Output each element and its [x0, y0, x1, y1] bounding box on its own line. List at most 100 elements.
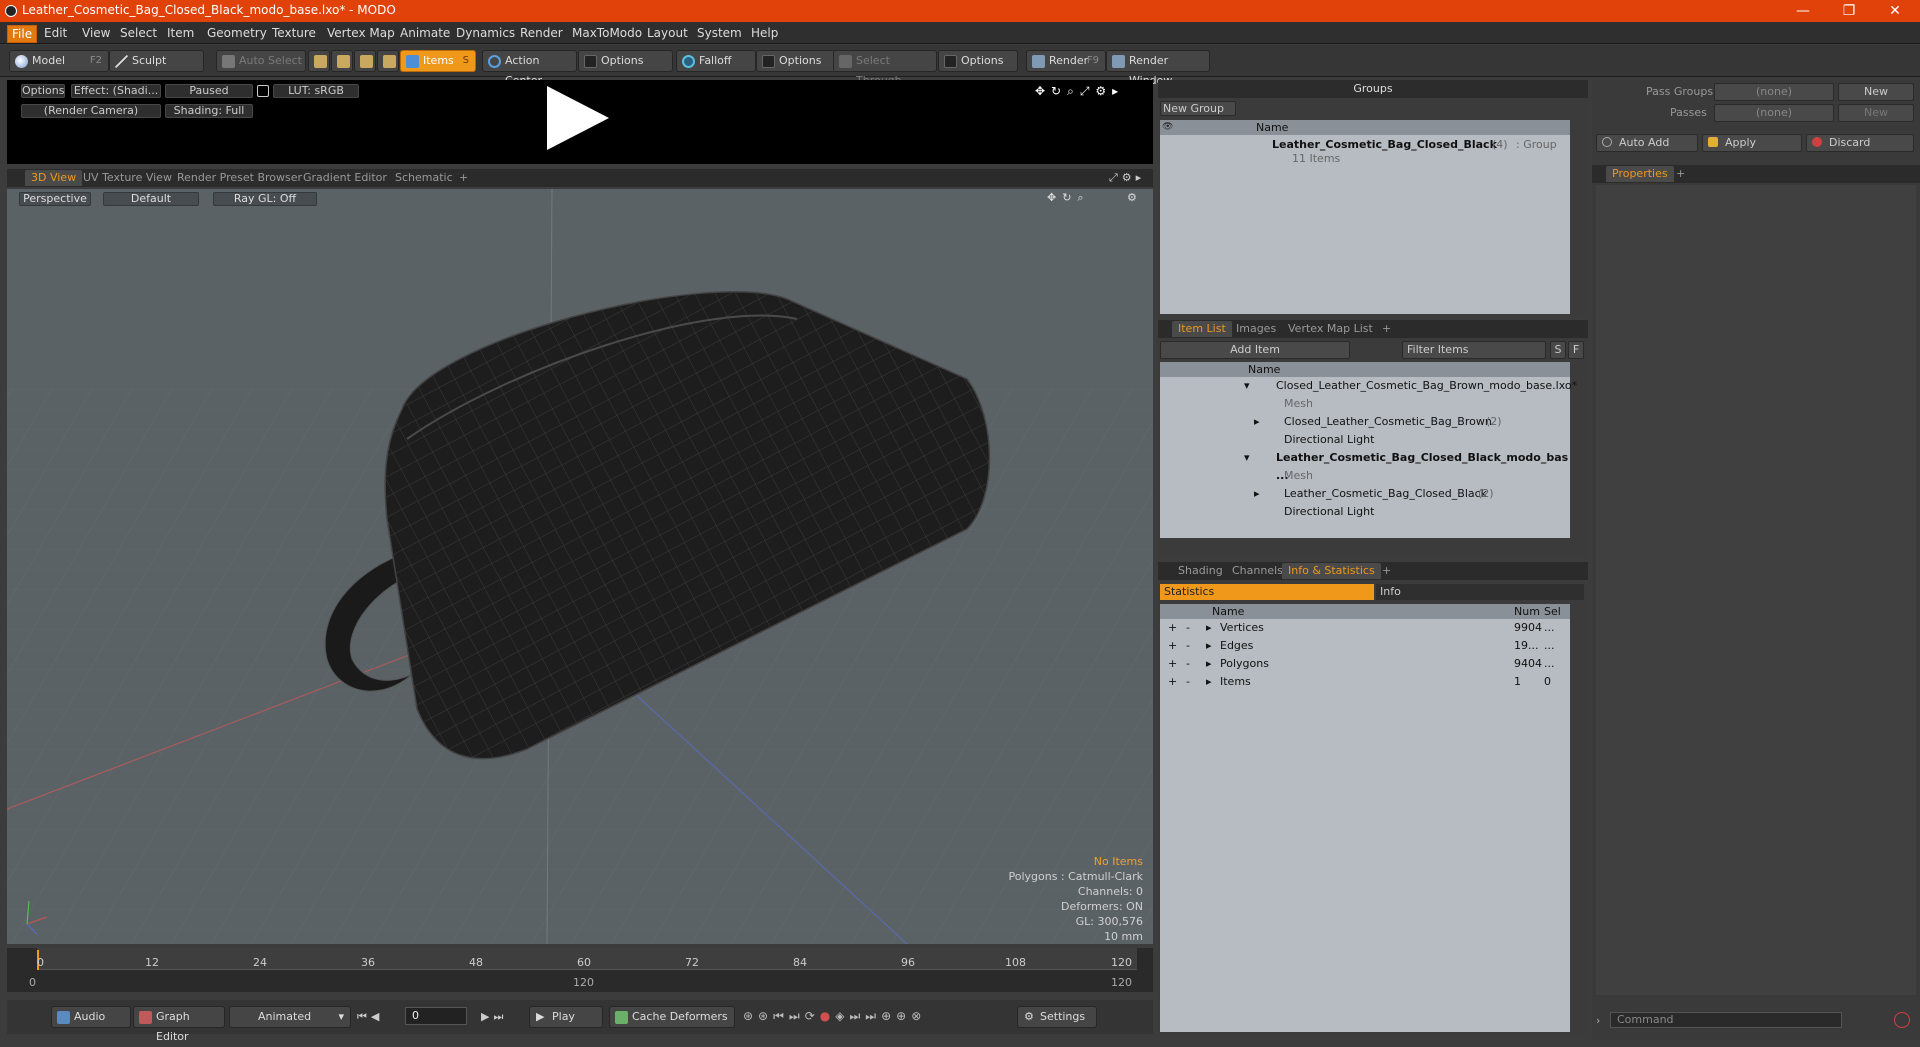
item-row-scene[interactable]: ▾ Leather_Cosmetic_Bag_Closed_Black_modo_…	[1160, 449, 1570, 482]
auto-select-button[interactable]: Auto Select	[216, 50, 306, 72]
remove-icon[interactable]: -	[1186, 619, 1190, 637]
passes-dropdown[interactable]: (none)	[1714, 104, 1834, 122]
sculpt-mode-button[interactable]: Sculpt	[109, 50, 204, 72]
shading-dropdown[interactable]: Shading: Full	[165, 104, 253, 118]
filter-f-button[interactable]: F	[1568, 341, 1584, 359]
settings-button[interactable]: ⚙ Settings	[1017, 1006, 1097, 1028]
add-tab-button[interactable]: +	[1376, 321, 1397, 337]
tab-info-statistics[interactable]: Info & Statistics	[1282, 563, 1381, 579]
timeline[interactable]: 0 12 24 36 48 60 72 84 96 108 120 0 120 …	[7, 948, 1153, 992]
remove-icon[interactable]: -	[1186, 655, 1190, 673]
select-through-button[interactable]: Select Through	[833, 50, 937, 87]
tab-uv-texture-view[interactable]: UV Texture View	[77, 170, 178, 186]
play-button[interactable]: ▶ Play	[529, 1006, 603, 1028]
tab-images[interactable]: Images	[1230, 321, 1282, 337]
viewport-settings-icon[interactable]: ⚙	[1127, 191, 1137, 204]
render-button[interactable]: Render F9	[1026, 50, 1106, 72]
filter-items-input[interactable]: Filter Items	[1402, 341, 1546, 359]
range-start[interactable]: 0	[29, 976, 36, 989]
key-tool-icons[interactable]: ⊛⊛⏮⏭⟳●◈⏭⏭⊕⊕⊗	[743, 1009, 926, 1024]
cache-deformers-button[interactable]: Cache Deformers	[609, 1006, 735, 1028]
select-through-options-button[interactable]: Options	[938, 50, 1018, 72]
tab-schematic[interactable]: Schematic	[389, 170, 459, 186]
menu-layout[interactable]: Layout	[643, 25, 692, 41]
render-window-button[interactable]: Render Window	[1106, 50, 1210, 87]
action-center-button[interactable]: Action Center	[482, 50, 577, 87]
prev-key-icons[interactable]: ⏮◀	[357, 1010, 383, 1024]
effect-dropdown[interactable]: Effect: (Shadi...	[71, 84, 161, 98]
item-row-group[interactable]: ▸ Leather_Cosmetic_Bag_Closed_Black (2)	[1160, 485, 1570, 503]
add-tab-button[interactable]: +	[1670, 166, 1691, 182]
menu-vertex-map[interactable]: Vertex Map	[323, 25, 399, 41]
falloff-options-button[interactable]: Options	[756, 50, 836, 72]
preview-nav-icons[interactable]: ✥↻⌕⤢⚙▸	[1035, 84, 1124, 99]
menu-render[interactable]: Render	[516, 25, 567, 41]
vertices-mode-button[interactable]	[308, 50, 330, 72]
tab-3d-view[interactable]: 3D View	[25, 170, 83, 186]
viewport-nav-icons[interactable]: ✥↻⌕	[1047, 191, 1090, 205]
tab-vertex-map-list[interactable]: Vertex Map List	[1282, 321, 1379, 337]
perspective-dropdown[interactable]: Perspective	[19, 192, 91, 206]
add-tab-button[interactable]: +	[453, 170, 474, 186]
menu-geometry[interactable]: Geometry	[203, 25, 271, 41]
default-shading-dropdown[interactable]: Default	[103, 192, 199, 206]
polygons-mode-button[interactable]	[354, 50, 376, 72]
audio-button[interactable]: Audio	[51, 1006, 131, 1028]
menu-edit[interactable]: Edit	[40, 25, 71, 41]
lock-icon[interactable]	[257, 85, 269, 97]
add-tab-button[interactable]: +	[1376, 563, 1397, 579]
menu-maxtomodo[interactable]: MaxToModo	[568, 25, 646, 41]
stats-row[interactable]: + - ▸ Items 1 0	[1160, 673, 1570, 691]
add-item-dropdown[interactable]: Add Item	[1160, 341, 1350, 359]
items-mode-button[interactable]: Items S	[400, 50, 476, 72]
frame-field[interactable]: 0	[405, 1007, 467, 1025]
stats-row[interactable]: + - ▸ Vertices 9904...	[1160, 619, 1570, 637]
tab-gradient-editor[interactable]: Gradient Editor	[297, 170, 393, 186]
new-pass-group-button[interactable]: New	[1838, 83, 1914, 101]
menu-animate[interactable]: Animate	[396, 25, 454, 41]
tab-channels[interactable]: Channels	[1226, 563, 1289, 579]
discard-button[interactable]: Discard	[1806, 134, 1914, 152]
menu-view[interactable]: View	[78, 25, 114, 41]
next-key-icons[interactable]: ▶⏭	[481, 1010, 507, 1024]
menu-file[interactable]: File	[7, 25, 38, 43]
animated-dropdown[interactable]: Animated ▾	[229, 1006, 351, 1028]
materials-mode-button[interactable]	[377, 50, 399, 72]
range-mid[interactable]: 120	[573, 976, 594, 989]
add-icon[interactable]: +	[1168, 655, 1177, 673]
command-input[interactable]: Command	[1610, 1012, 1842, 1028]
menu-system[interactable]: System	[693, 25, 746, 41]
tab-item-list[interactable]: Item List	[1172, 321, 1232, 337]
ray-gl-toggle[interactable]: Ray GL: Off	[213, 192, 317, 206]
remove-icon[interactable]: -	[1186, 637, 1190, 655]
paused-button[interactable]: Paused	[165, 84, 253, 98]
tab-properties[interactable]: Properties	[1606, 166, 1674, 182]
action-center-options-button[interactable]: Options	[578, 50, 673, 72]
maximize-button[interactable]: ❐	[1826, 0, 1872, 22]
preview-options-button[interactable]: Options	[21, 84, 65, 98]
new-group-button[interactable]: New Group	[1160, 101, 1236, 116]
record-icon[interactable]	[1894, 1012, 1910, 1028]
new-pass-button[interactable]: New	[1838, 104, 1914, 122]
tab-shading[interactable]: Shading	[1172, 563, 1229, 579]
edges-mode-button[interactable]	[331, 50, 353, 72]
stats-row[interactable]: + - ▸ Polygons 9404...	[1160, 655, 1570, 673]
close-button[interactable]: ✕	[1872, 0, 1918, 22]
play-preview-icon[interactable]	[547, 86, 609, 150]
3d-viewport[interactable]: Perspective Default Ray GL: Off ✥↻⌕ ⚙ No…	[7, 189, 1153, 944]
remove-icon[interactable]: -	[1186, 673, 1190, 691]
item-row-light[interactable]: Directional Light	[1160, 431, 1570, 449]
add-icon[interactable]: +	[1168, 619, 1177, 637]
menu-dynamics[interactable]: Dynamics	[452, 25, 519, 41]
menu-help[interactable]: Help	[747, 25, 782, 41]
item-row-scene[interactable]: ▾ Closed_Leather_Cosmetic_Bag_Brown_modo_…	[1160, 377, 1577, 395]
pass-groups-dropdown[interactable]: (none)	[1714, 83, 1834, 101]
statistics-subtab[interactable]: Statistics	[1160, 584, 1374, 600]
item-row-mesh[interactable]: Mesh	[1160, 467, 1570, 485]
filter-s-button[interactable]: S	[1550, 341, 1566, 359]
graph-editor-button[interactable]: Graph Editor	[133, 1006, 225, 1043]
stats-row[interactable]: + - ▸ Edges 19......	[1160, 637, 1570, 655]
item-row-mesh[interactable]: Mesh	[1160, 395, 1570, 413]
menu-item[interactable]: Item	[163, 25, 198, 41]
menu-texture[interactable]: Texture	[268, 25, 320, 41]
